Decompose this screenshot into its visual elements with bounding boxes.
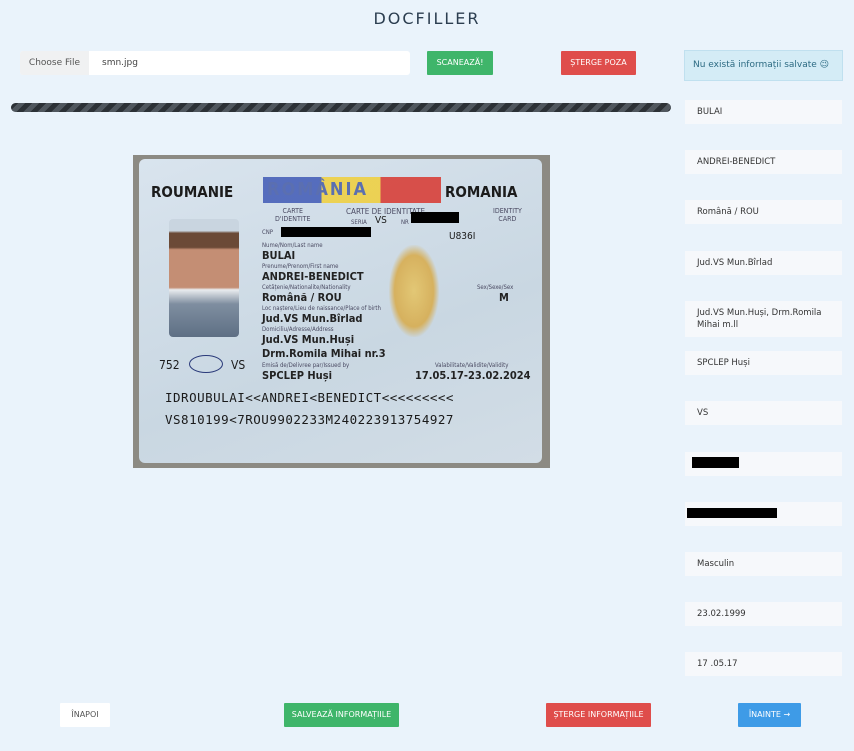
card-emisa: SPCLEP Huși [262,369,333,382]
card-name-label: Nume/Nom/Last name [262,242,323,249]
card-dom-label: Domiciliu/Adresse/Address [262,326,334,333]
id-card-image: ROUMANIE ROMÂNIA ROMANIA CARTE D'IDENTIT… [133,155,550,468]
card-seria-label: SERIA [351,219,367,226]
card-nr-label: NR [401,219,409,226]
series-field[interactable]: VS [685,401,842,425]
card-seria: VS [375,215,387,226]
card-sex-label: Sex/Sexe/Sex [477,284,514,291]
scan-button[interactable]: SCANEAZĂ! [427,51,493,75]
issue-date-field[interactable]: 17 .05.17 [685,652,842,676]
info-alert: Nu există informații salvate 😉 [684,50,843,81]
issued-by-field[interactable]: SPCLEP Huși [685,351,842,375]
birth-place-field[interactable]: Jud.VS Mun.Bîrlad [685,251,842,275]
card-mrz-line1: IDROUBULAI<<ANDREI<BENEDICT<<<<<<<<< [165,390,454,405]
card-valid: 17.05.17-23.02.2024 [415,369,531,382]
save-info-button[interactable]: SALVEAZĂ INFORMAȚIILE [284,703,399,727]
card-romania-right: ROMANIA [445,183,518,201]
card-code: U836I [449,231,476,242]
card-identity-card: IDENTITY CARD [493,207,522,223]
card-valid-label: Valabilitate/Validite/Validity [435,362,509,369]
id-card: ROUMANIE ROMÂNIA ROMANIA CARTE D'IDENTIT… [139,159,542,463]
card-emisa-label: Emisă de/Delivree par/Issued by [262,362,350,369]
card-sex: M [499,291,509,304]
file-input[interactable]: Choose File smn.jpg [20,51,410,75]
card-loc-label: Loc naștere/Lieu de naissance/Place of b… [262,305,381,312]
card-dom1: Jud.VS Mun.Huși [262,333,355,346]
card-prenume: ANDREI-BENEDICT [262,270,364,283]
back-button[interactable]: ÎNAPOI [60,703,110,727]
card-roumanie: ROUMANIE [151,183,234,201]
card-mrz-line2: VS810199<7ROU9902233M240223913754927 [165,412,454,427]
delete-info-button[interactable]: ȘTERGE INFORMAȚIILE [546,703,651,727]
redaction-number [692,457,739,468]
app-title: DOCFILLER [373,9,481,28]
card-prenume-label: Prenume/Prenom/First name [262,263,339,270]
card-num752: 752 [159,358,180,372]
file-name: smn.jpg [102,58,138,68]
card-loc: Jud.VS Mun.Bîrlad [262,312,363,325]
redaction-cnp-field [687,508,777,518]
card-cnp-label: CNP [262,229,274,236]
card-dom2: Drm.Romila Mihai nr.3 [262,347,386,360]
last-name-field[interactable]: BULAI [685,100,842,124]
card-name: BULAI [262,249,296,262]
nationality-field[interactable]: Română / ROU [685,200,842,224]
first-name-field[interactable]: ANDREI-BENEDICT [685,150,842,174]
address-textarea[interactable]: Jud.VS Mun.Huși, Drm.Romila Mihai m.ll [685,301,842,337]
card-romania-center: ROMÂNIA [267,179,368,200]
redaction-nr [411,212,459,223]
biometric-chip-icon [189,355,223,373]
progress-bar [11,103,671,112]
sex-field[interactable]: Masculin [685,552,842,576]
choose-file-button[interactable]: Choose File [20,51,89,75]
next-button[interactable]: ÎNAINTE → [738,703,801,727]
expiry-field[interactable]: 23.02.1999 [685,602,842,626]
coat-of-arms [389,245,439,337]
card-vs: VS [231,358,246,372]
card-carte-identite: CARTE D'IDENTITE [275,207,311,223]
card-cet-label: Cetățenie/Nationalite/Nationality [262,284,351,291]
delete-photo-button[interactable]: ȘTERGE POZA [561,51,636,75]
portrait-photo [169,219,239,337]
card-cet: Română / ROU [262,291,342,304]
redaction-cnp [281,227,371,237]
